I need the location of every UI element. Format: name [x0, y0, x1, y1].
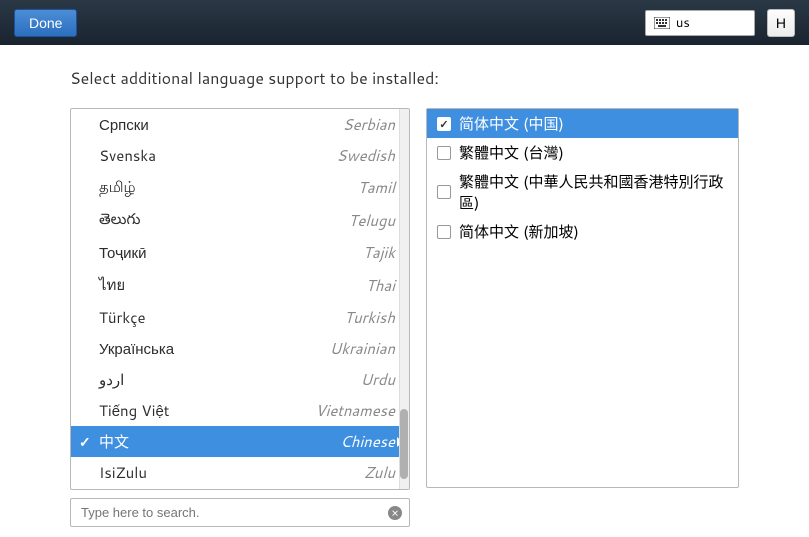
- language-row[interactable]: IsiZuluZulu: [71, 457, 409, 488]
- scrollbar-thumb[interactable]: [400, 409, 408, 479]
- top-bar: Done us H: [0, 0, 809, 45]
- language-native-name: தமிழ்: [99, 176, 136, 198]
- locale-label: 繁體中文 (中華人民共和國香港特別行政區): [459, 171, 728, 213]
- search-input[interactable]: [70, 498, 410, 527]
- locale-row[interactable]: 繁體中文 (台灣): [427, 138, 738, 167]
- language-native-name: Српски: [99, 114, 149, 135]
- language-row[interactable]: SvenskaSwedish: [71, 140, 409, 171]
- locale-checkbox[interactable]: [437, 185, 451, 199]
- language-english-name: Zulu: [147, 462, 395, 483]
- language-native-name: Українська: [99, 338, 174, 359]
- keyboard-layout-indicator[interactable]: us: [645, 10, 755, 36]
- locale-checkbox[interactable]: [437, 117, 451, 131]
- language-row[interactable]: தமிழ்Tamil: [71, 171, 409, 203]
- locale-checkbox[interactable]: [437, 225, 451, 239]
- language-english-name: Swedish: [156, 145, 395, 166]
- language-english-name: Turkish: [146, 307, 395, 328]
- language-native-name: తెలుగు: [99, 208, 140, 232]
- language-list[interactable]: СрпскиSerbianSvenskaSwedishதமிழ்Tamilతెల…: [71, 109, 409, 489]
- locale-label: 简体中文 (新加坡): [459, 221, 579, 242]
- language-native-name: Tiếng Việt: [99, 400, 170, 421]
- scrollbar[interactable]: [399, 109, 409, 489]
- language-row[interactable]: Tiếng ViệtVietnamese: [71, 395, 409, 426]
- language-native-name: 中文: [99, 431, 129, 452]
- language-english-name: Telugu: [140, 210, 395, 231]
- locale-list-panel: 简体中文 (中国) 繁體中文 (台灣) 繁體中文 (中華人民共和國香港特別行政區) 简…: [426, 108, 739, 488]
- language-row[interactable]: СрпскиSerbian: [71, 109, 409, 140]
- language-english-name: Serbian: [149, 114, 395, 135]
- locale-label: 繁體中文 (台灣): [459, 142, 564, 163]
- language-native-name: Svenska: [99, 145, 156, 166]
- help-button[interactable]: H: [767, 9, 795, 37]
- locale-row[interactable]: 简体中文 (新加坡): [427, 217, 738, 246]
- instructions-text: Select additional language support to be…: [70, 67, 739, 90]
- language-row[interactable]: TürkçeTurkish: [71, 302, 409, 333]
- locale-label: 简体中文 (中国): [459, 113, 564, 134]
- clear-search-icon[interactable]: [388, 506, 402, 520]
- language-row[interactable]: УкраїнськаUkrainian: [71, 333, 409, 364]
- language-row[interactable]: తెలుగుTelugu: [71, 203, 409, 237]
- language-native-name: IsiZulu: [99, 462, 147, 483]
- language-row[interactable]: ไทยThai: [71, 268, 409, 302]
- language-row[interactable]: اردوUrdu: [71, 364, 409, 395]
- language-native-name: اردو: [99, 369, 124, 390]
- language-english-name: Urdu: [124, 369, 395, 390]
- locale-row[interactable]: 简体中文 (中国): [427, 109, 738, 138]
- locale-row[interactable]: 繁體中文 (中華人民共和國香港特別行政區): [427, 167, 738, 217]
- language-row[interactable]: 中文Chinese: [71, 426, 409, 457]
- language-native-name: ไทย: [99, 273, 125, 297]
- done-button[interactable]: Done: [14, 9, 77, 37]
- language-english-name: Tamil: [136, 177, 395, 198]
- language-english-name: Chinese: [129, 431, 395, 452]
- language-native-name: Türkçe: [99, 307, 146, 328]
- keyboard-layout-label: us: [676, 14, 690, 32]
- keyboard-icon: [654, 17, 670, 29]
- language-english-name: Vietnamese: [170, 400, 396, 421]
- language-english-name: Tajik: [146, 242, 395, 263]
- language-english-name: Ukrainian: [174, 338, 395, 359]
- language-english-name: Thai: [125, 275, 395, 296]
- language-row[interactable]: ТоҷикӣTajik: [71, 237, 409, 268]
- language-native-name: Тоҷикӣ: [99, 242, 146, 263]
- locale-checkbox[interactable]: [437, 146, 451, 160]
- language-list-panel: СрпскиSerbianSvenskaSwedishதமிழ்Tamilతెల…: [70, 108, 410, 490]
